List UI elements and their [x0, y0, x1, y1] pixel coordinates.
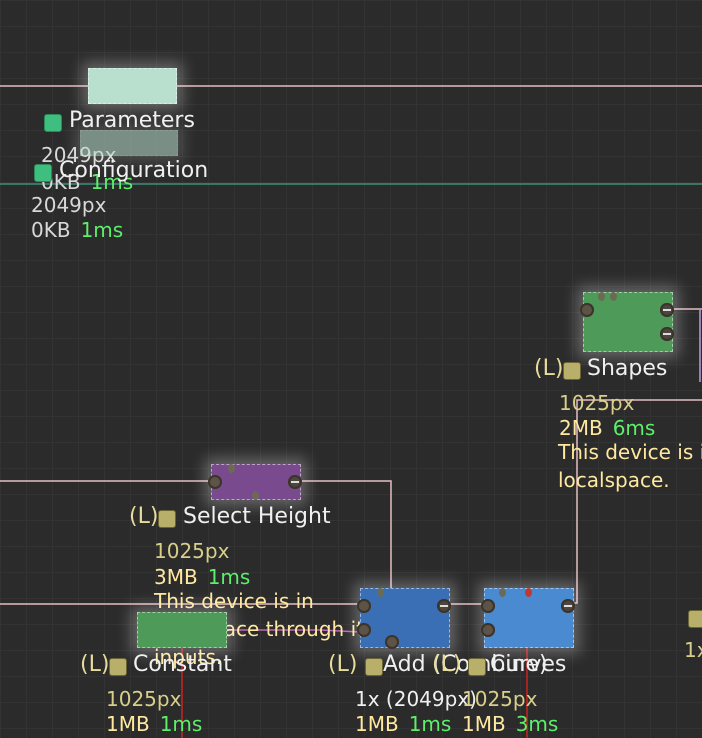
select-height-input-port[interactable] — [208, 475, 222, 489]
curves-thumbnail[interactable] — [481, 588, 575, 648]
configuration-resolution: 2049px — [31, 193, 107, 217]
constant-localspace-tag: (L) — [80, 652, 110, 677]
curves-type-icon — [468, 658, 486, 676]
curves-time: 3ms — [515, 712, 559, 736]
select-height-port-dot — [228, 464, 235, 473]
select-height-time: 1ms — [207, 565, 251, 589]
shapes-resolution: 1025px — [559, 391, 635, 415]
select-height-memory: 3MB — [154, 565, 198, 589]
configuration-type-icon — [34, 164, 52, 182]
shapes-port-dot — [598, 292, 605, 301]
curves-stats: 1MB 3ms — [462, 712, 558, 736]
constant-memory: 1MB — [106, 712, 150, 736]
select-height-output-port[interactable] — [288, 475, 302, 489]
add-thumbnail[interactable] — [357, 588, 451, 649]
add-resolution: 1x (2049px) — [355, 687, 477, 711]
add-output-port[interactable] — [437, 599, 451, 613]
select-height-type-icon — [158, 510, 176, 528]
shapes-output-port[interactable] — [660, 303, 674, 317]
shapes-localspace-tag: (L) — [534, 356, 564, 381]
constant-resolution: 1025px — [106, 687, 182, 711]
constant-stats: 1MB 1ms — [106, 712, 202, 736]
curves-memory: 1MB — [462, 712, 506, 736]
select-height-thumbnail[interactable] — [208, 464, 302, 500]
curves-port-dot — [525, 588, 532, 597]
shapes-type-icon — [563, 362, 581, 380]
add-localspace-tag: (L) — [328, 652, 358, 677]
add-input-port[interactable] — [357, 623, 371, 637]
select-height-note-line-1: This device is in — [154, 589, 314, 613]
curves-resolution: 1025px — [462, 687, 538, 711]
shapes-input-port[interactable] — [580, 303, 594, 317]
parameters-thumbnail[interactable] — [88, 68, 177, 104]
shapes-time: 6ms — [612, 416, 656, 440]
shapes-note-line-1: This device is in — [558, 440, 702, 464]
parameters-type-icon — [44, 114, 62, 132]
shapes-memory: 2MB — [559, 416, 603, 440]
shapes-thumbnail[interactable] — [580, 292, 674, 352]
wire-select-to-add — [300, 480, 392, 601]
constant-time: 1ms — [159, 712, 203, 736]
select-height-resolution: 1025px — [154, 539, 230, 563]
shapes-port-dot — [610, 292, 617, 301]
configuration-memory: 0KB — [31, 218, 71, 242]
shapes-title: Shapes — [587, 356, 668, 381]
add-time: 1ms — [408, 712, 452, 736]
shapes-note-line-2: localspace. — [558, 468, 670, 492]
curves-input-port[interactable] — [481, 623, 495, 637]
select-height-port-dot — [252, 491, 259, 500]
partial-right-type-icon — [688, 610, 702, 628]
add-stats: 1MB 1ms — [355, 712, 451, 736]
curves-input-port[interactable] — [481, 599, 495, 613]
add-memory: 1MB — [355, 712, 399, 736]
configuration-title: Configuration — [59, 158, 209, 183]
shapes-output-port[interactable] — [660, 327, 674, 341]
add-input-port[interactable] — [357, 599, 371, 613]
select-height-localspace-tag: (L) — [129, 504, 159, 529]
shapes-stats: 2MB 6ms — [559, 416, 655, 440]
configuration-stats: 0KB 1ms — [31, 218, 123, 242]
curves-localspace-tag: (L) — [432, 652, 462, 677]
add-bottom-port[interactable] — [385, 635, 399, 649]
configuration-time: 1ms — [80, 218, 124, 242]
constant-thumbnail[interactable] — [137, 612, 227, 648]
partial-right-resolution: 1x — [684, 638, 702, 662]
configuration-thumbnail[interactable] — [80, 130, 178, 156]
select-height-title: Select Height — [183, 504, 331, 529]
curves-title: Curves — [490, 652, 567, 677]
add-type-icon — [365, 658, 383, 676]
select-height-stats: 3MB 1ms — [154, 565, 250, 589]
constant-type-icon — [109, 658, 127, 676]
constant-title: Constant — [133, 652, 232, 677]
add-port-dot — [377, 588, 384, 597]
curves-port-dot — [499, 588, 506, 597]
curves-output-port[interactable] — [561, 599, 575, 613]
